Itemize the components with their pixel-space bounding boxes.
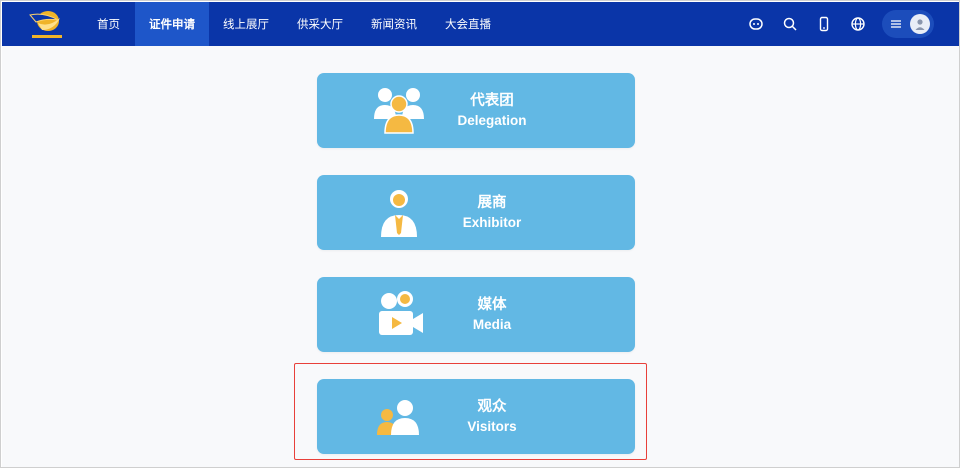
nav-item-credential-application[interactable]: 证件申请: [135, 2, 209, 46]
user-menu-button[interactable]: [882, 10, 934, 38]
nav-item-home[interactable]: 首页: [82, 2, 135, 46]
nav-item-news[interactable]: 新闻资讯: [357, 2, 431, 46]
exhibitor-cn-label: 展商: [477, 194, 507, 211]
media-card-label: 媒体 Media: [442, 277, 542, 352]
globe-icon[interactable]: [848, 14, 868, 34]
delegation-card-label: 代表团 Delegation: [442, 73, 542, 148]
exhibitor-person-icon: [371, 185, 427, 240]
mobile-icon[interactable]: [814, 14, 834, 34]
main-content: 代表团 Delegation 展商 Exhibitor 媒体 Media 观众 …: [2, 46, 959, 467]
avatar: [910, 14, 930, 34]
exhibitor-card[interactable]: 展商 Exhibitor: [317, 175, 635, 250]
media-card[interactable]: 媒体 Media: [317, 277, 635, 352]
nav-item-live[interactable]: 大会直播: [431, 2, 505, 46]
nav-item-online-exhibition[interactable]: 线上展厅: [209, 2, 283, 46]
visitors-card-label: 观众 Visitors: [442, 379, 542, 454]
media-camera-icon: [371, 287, 427, 342]
menu-icon: [891, 20, 901, 28]
main-nav: 首页 证件申请 线上展厅 供采大厅 新闻资讯 大会直播: [82, 2, 505, 46]
top-navbar: 首页 证件申请 线上展厅 供采大厅 新闻资讯 大会直播: [2, 2, 959, 46]
exhibitor-card-label: 展商 Exhibitor: [442, 175, 542, 250]
delegation-card[interactable]: 代表团 Delegation: [317, 73, 635, 148]
media-en-label: Media: [472, 316, 512, 332]
delegation-en-label: Delegation: [457, 112, 527, 128]
delegation-cn-label: 代表团: [470, 92, 514, 109]
delegation-group-icon: [371, 83, 427, 138]
user-icon: [915, 19, 925, 30]
visitors-cn-label: 观众: [477, 398, 507, 415]
media-cn-label: 媒体: [477, 296, 507, 313]
search-icon[interactable]: [780, 14, 800, 34]
robot-icon[interactable]: [746, 14, 766, 34]
site-logo[interactable]: [24, 6, 70, 42]
visitors-card[interactable]: 观众 Visitors: [317, 379, 635, 454]
navbar-tools: [732, 2, 934, 46]
nav-item-procurement-hall[interactable]: 供采大厅: [283, 2, 357, 46]
bird-logo-icon: [29, 11, 62, 38]
visitors-en-label: Visitors: [467, 418, 517, 434]
visitors-icon: [371, 389, 427, 444]
app-window: 首页 证件申请 线上展厅 供采大厅 新闻资讯 大会直播 代表团 Delegati…: [0, 0, 960, 468]
exhibitor-en-label: Exhibitor: [462, 214, 522, 230]
